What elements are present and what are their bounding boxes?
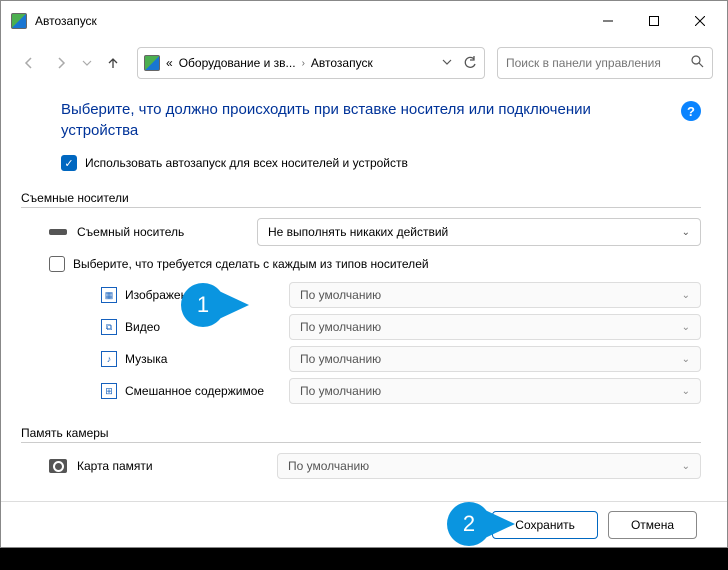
music-icon: ♪ [101, 351, 117, 367]
content-area: ? Выберите, что должно происходить при в… [1, 85, 727, 501]
dropdown-value: По умолчанию [300, 288, 381, 302]
help-button[interactable]: ? [681, 101, 701, 121]
chevron-down-icon: ⌄ [682, 354, 690, 365]
images-icon: ▦ [101, 287, 117, 303]
use-autoplay-checkbox[interactable]: ✓ [61, 155, 77, 171]
type-row-images: ▦ Изображения По умолчанию ⌄ [101, 282, 701, 308]
dropdown-value: По умолчанию [300, 384, 381, 398]
forward-button[interactable] [47, 49, 75, 77]
images-dropdown[interactable]: По умолчанию ⌄ [289, 282, 701, 308]
choose-per-type-label: Выберите, что требуется сделать с каждым… [73, 257, 429, 271]
save-button[interactable]: Сохранить [492, 511, 598, 539]
drive-icon [49, 225, 67, 239]
video-icon: ⧉ [101, 319, 117, 335]
removable-drive-row: Съемный носитель Не выполнять никаких де… [49, 218, 701, 246]
section-removable-title: Съемные носители [21, 191, 701, 208]
camera-icon [49, 459, 67, 473]
minimize-button[interactable] [585, 5, 631, 37]
window-controls [585, 5, 723, 37]
back-button[interactable] [15, 49, 43, 77]
autoplay-icon [11, 13, 27, 29]
titlebar: Автозапуск [1, 1, 727, 41]
search-icon[interactable] [691, 55, 704, 71]
chevron-down-icon: ⌄ [682, 322, 690, 333]
video-dropdown[interactable]: По умолчанию ⌄ [289, 314, 701, 340]
use-autoplay-label: Использовать автозапуск для всех носител… [85, 156, 408, 170]
type-label: Изображения [125, 288, 281, 302]
chevron-down-icon: ⌄ [682, 290, 690, 301]
breadcrumb-item[interactable]: Автозапуск [311, 56, 373, 70]
up-button[interactable] [99, 49, 127, 77]
chevron-down-icon: ⌄ [682, 227, 690, 238]
chevron-right-icon: › [302, 58, 305, 69]
use-autoplay-row: ✓ Использовать автозапуск для всех носит… [61, 155, 701, 171]
section-camera-title: Память камеры [21, 426, 701, 443]
mixed-dropdown[interactable]: По умолчанию ⌄ [289, 378, 701, 404]
removable-drive-label: Съемный носитель [77, 225, 203, 239]
type-row-music: ♪ Музыка По умолчанию ⌄ [101, 346, 701, 372]
breadcrumb-item[interactable]: Оборудование и зв... [179, 56, 296, 70]
camera-memory-dropdown[interactable]: По умолчанию ⌄ [277, 453, 701, 479]
type-label: Видео [125, 320, 281, 334]
autoplay-window: Автозапуск « Оборудов [0, 0, 728, 548]
recent-dropdown-icon[interactable] [79, 49, 95, 77]
breadcrumb[interactable]: « Оборудование и зв... › Автозапуск [137, 47, 485, 79]
cancel-button[interactable]: Отмена [608, 511, 697, 539]
dropdown-value: По умолчанию [300, 352, 381, 366]
chevron-down-icon[interactable] [442, 56, 452, 70]
music-dropdown[interactable]: По умолчанию ⌄ [289, 346, 701, 372]
choose-per-type-row: Выберите, что требуется сделать с каждым… [49, 256, 701, 272]
dropdown-value: По умолчанию [300, 320, 381, 334]
search-input[interactable] [506, 56, 691, 70]
dropdown-value: Не выполнять никаких действий [268, 225, 448, 239]
window-title: Автозапуск [35, 14, 585, 28]
media-type-rows: ▦ Изображения По умолчанию ⌄ ⧉ Видео По … [101, 282, 701, 404]
footer: 2 Сохранить Отмена [1, 501, 727, 547]
camera-memory-label: Карта памяти [77, 459, 267, 473]
removable-drive-dropdown[interactable]: Не выполнять никаких действий ⌄ [257, 218, 701, 246]
breadcrumb-icon [144, 55, 160, 71]
choose-per-type-checkbox[interactable] [49, 256, 65, 272]
page-heading: Выберите, что должно происходить при вст… [61, 99, 641, 141]
chevron-down-icon: ⌄ [682, 461, 690, 472]
type-label: Музыка [125, 352, 281, 366]
search-box[interactable] [497, 47, 713, 79]
type-row-mixed: ⊞ Смешанное содержимое По умолчанию ⌄ [101, 378, 701, 404]
type-row-video: ⧉ Видео По умолчанию ⌄ [101, 314, 701, 340]
refresh-button[interactable] [462, 55, 478, 71]
close-button[interactable] [677, 5, 723, 37]
dropdown-value: По умолчанию [288, 459, 369, 473]
mixed-icon: ⊞ [101, 383, 117, 399]
maximize-button[interactable] [631, 5, 677, 37]
camera-memory-row: Карта памяти По умолчанию ⌄ [49, 453, 701, 479]
breadcrumb-prefix: « [166, 56, 173, 70]
type-label: Смешанное содержимое [125, 384, 281, 398]
chevron-down-icon: ⌄ [682, 386, 690, 397]
navbar: « Оборудование и зв... › Автозапуск [1, 41, 727, 85]
